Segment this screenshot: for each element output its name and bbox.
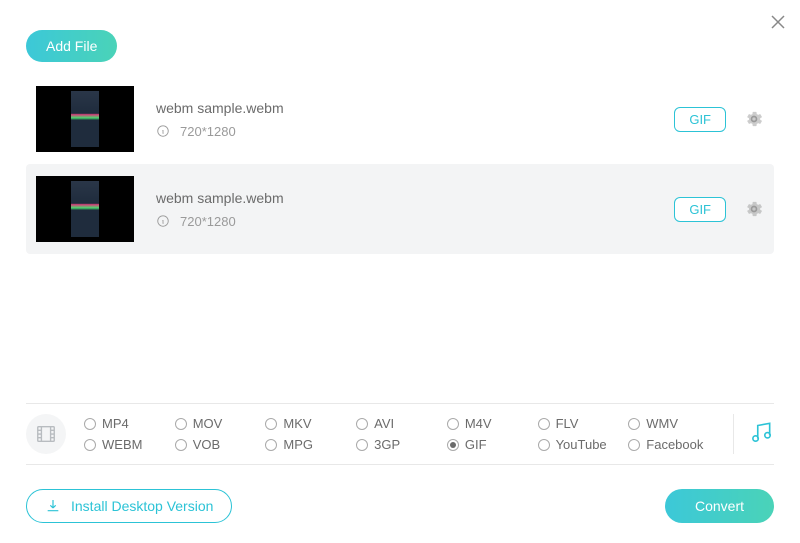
format-option-wmv[interactable]: WMV bbox=[628, 416, 719, 431]
format-option-gif[interactable]: GIF bbox=[447, 437, 538, 452]
file-row[interactable]: webm sample.webm 720*1280 GIF bbox=[26, 164, 774, 254]
format-option-3gp[interactable]: 3GP bbox=[356, 437, 447, 452]
radio-icon bbox=[628, 439, 640, 451]
format-option-mkv[interactable]: MKV bbox=[265, 416, 356, 431]
radio-icon bbox=[538, 439, 550, 451]
file-actions: GIF bbox=[674, 107, 764, 132]
format-label: WMV bbox=[646, 416, 678, 431]
audio-category-button[interactable] bbox=[748, 419, 774, 450]
format-label: WEBM bbox=[102, 437, 142, 452]
install-desktop-label: Install Desktop Version bbox=[71, 498, 213, 514]
settings-button[interactable] bbox=[744, 199, 764, 219]
radio-icon bbox=[447, 439, 459, 451]
format-option-facebook[interactable]: Facebook bbox=[628, 437, 719, 452]
bottom-bar: Install Desktop Version Convert bbox=[26, 489, 774, 523]
format-label: MKV bbox=[283, 416, 311, 431]
file-row[interactable]: webm sample.webm 720*1280 GIF bbox=[26, 74, 774, 164]
formats-grid: MP4 MOV MKV AVI M4V FLV WMV WEBM VOB MPG 3GP GIF You… bbox=[84, 416, 719, 452]
file-resolution: 720*1280 bbox=[180, 214, 236, 229]
radio-icon bbox=[175, 418, 187, 430]
gear-icon bbox=[744, 109, 764, 129]
format-label: MOV bbox=[193, 416, 223, 431]
file-info: webm sample.webm 720*1280 bbox=[156, 190, 674, 229]
format-label: Facebook bbox=[646, 437, 703, 452]
radio-icon bbox=[265, 418, 277, 430]
radio-icon bbox=[265, 439, 277, 451]
format-label: AVI bbox=[374, 416, 394, 431]
music-icon bbox=[748, 419, 774, 445]
info-icon bbox=[156, 124, 170, 138]
file-meta: 720*1280 bbox=[156, 214, 674, 229]
output-format-badge[interactable]: GIF bbox=[674, 197, 726, 222]
radio-icon bbox=[84, 418, 96, 430]
file-name: webm sample.webm bbox=[156, 190, 674, 206]
download-icon bbox=[45, 498, 61, 514]
format-option-mp4[interactable]: MP4 bbox=[84, 416, 175, 431]
format-label: MPG bbox=[283, 437, 313, 452]
file-meta: 720*1280 bbox=[156, 124, 674, 139]
convert-button[interactable]: Convert bbox=[665, 489, 774, 523]
radio-icon bbox=[356, 418, 368, 430]
add-file-button[interactable]: Add File bbox=[26, 30, 117, 62]
format-option-m4v[interactable]: M4V bbox=[447, 416, 538, 431]
format-bar: MP4 MOV MKV AVI M4V FLV WMV WEBM VOB MPG 3GP GIF You… bbox=[26, 403, 774, 465]
format-label: YouTube bbox=[556, 437, 607, 452]
divider bbox=[733, 414, 734, 454]
close-icon bbox=[768, 12, 788, 32]
format-option-webm[interactable]: WEBM bbox=[84, 437, 175, 452]
install-desktop-button[interactable]: Install Desktop Version bbox=[26, 489, 232, 523]
close-button[interactable] bbox=[768, 12, 788, 32]
info-icon bbox=[156, 214, 170, 228]
format-option-flv[interactable]: FLV bbox=[538, 416, 629, 431]
radio-icon bbox=[175, 439, 187, 451]
output-format-badge[interactable]: GIF bbox=[674, 107, 726, 132]
file-thumbnail bbox=[36, 86, 134, 152]
format-label: VOB bbox=[193, 437, 220, 452]
video-category-button[interactable] bbox=[26, 414, 66, 454]
file-info: webm sample.webm 720*1280 bbox=[156, 100, 674, 139]
film-icon bbox=[35, 423, 57, 445]
file-list: webm sample.webm720*1280GIFwebm sample.w… bbox=[26, 74, 774, 254]
format-option-mpg[interactable]: MPG bbox=[265, 437, 356, 452]
format-option-vob[interactable]: VOB bbox=[175, 437, 266, 452]
format-label: MP4 bbox=[102, 416, 129, 431]
radio-icon bbox=[538, 418, 550, 430]
radio-icon bbox=[356, 439, 368, 451]
format-option-avi[interactable]: AVI bbox=[356, 416, 447, 431]
radio-icon bbox=[84, 439, 96, 451]
format-label: 3GP bbox=[374, 437, 400, 452]
radio-icon bbox=[628, 418, 640, 430]
settings-button[interactable] bbox=[744, 109, 764, 129]
format-option-mov[interactable]: MOV bbox=[175, 416, 266, 431]
file-name: webm sample.webm bbox=[156, 100, 674, 116]
file-thumbnail bbox=[36, 176, 134, 242]
radio-icon bbox=[447, 418, 459, 430]
format-option-youtube[interactable]: YouTube bbox=[538, 437, 629, 452]
file-resolution: 720*1280 bbox=[180, 124, 236, 139]
gear-icon bbox=[744, 199, 764, 219]
file-actions: GIF bbox=[674, 197, 764, 222]
format-label: FLV bbox=[556, 416, 579, 431]
format-label: GIF bbox=[465, 437, 487, 452]
format-label: M4V bbox=[465, 416, 492, 431]
